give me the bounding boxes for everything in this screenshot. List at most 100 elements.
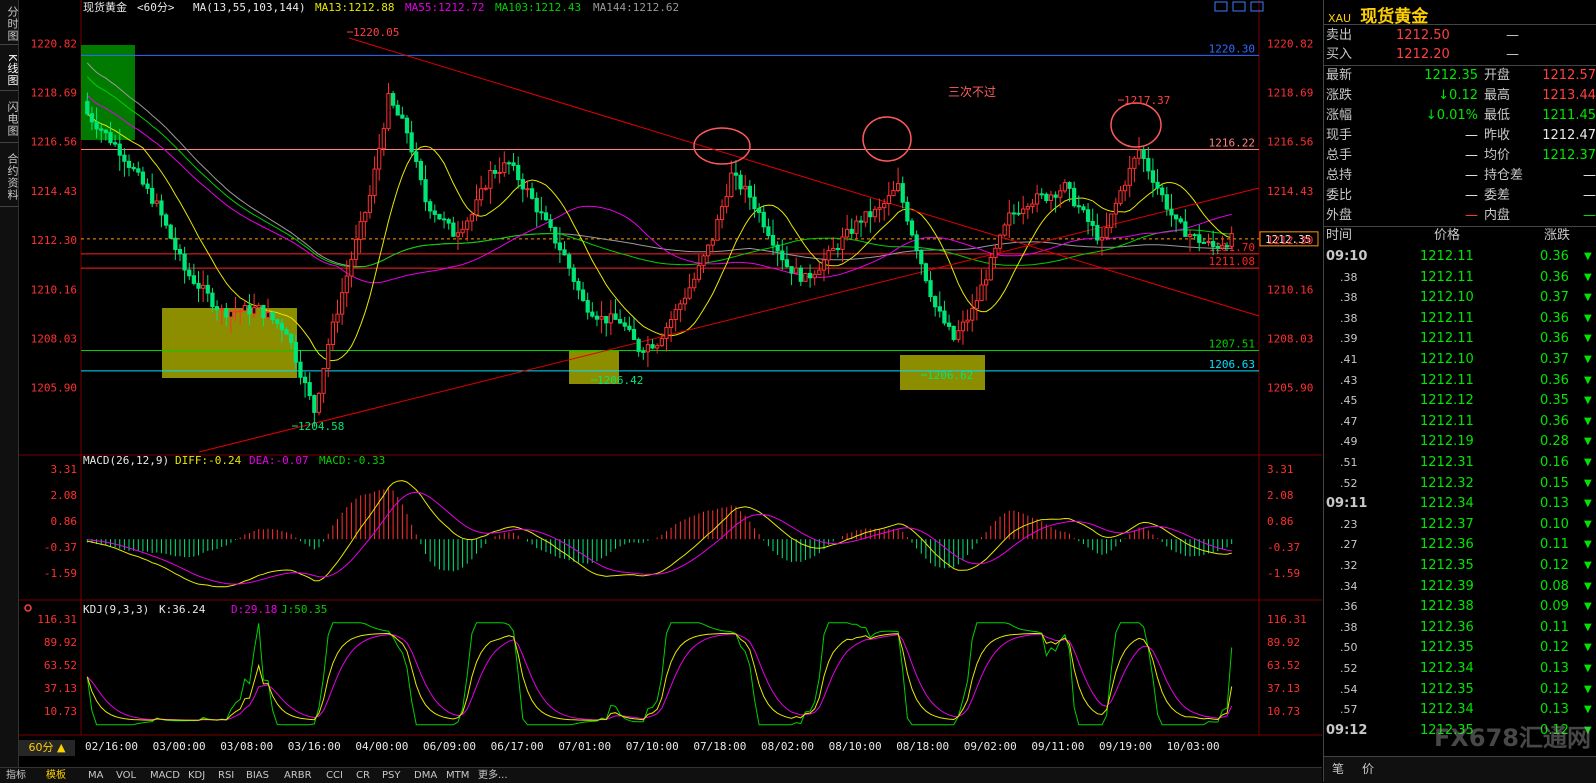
- tick-change: 0.28: [1540, 434, 1569, 450]
- down-arrow-icon: ▼: [1584, 457, 1592, 468]
- tick-time: .52: [1340, 662, 1358, 675]
- watermark: FX678汇通网: [1434, 724, 1591, 752]
- candle-up: [692, 278, 697, 289]
- candle-down: [261, 304, 266, 319]
- indicator-tab[interactable]: MA: [88, 768, 103, 783]
- down-arrow-icon: ▼: [1584, 292, 1592, 304]
- price-axis-left-label: 1218.69: [31, 87, 77, 100]
- indicator-tab[interactable]: CCI: [326, 768, 343, 783]
- candle-down: [914, 234, 919, 252]
- level-label: 1216.22: [1209, 137, 1255, 150]
- tick-change: 0.13: [1540, 661, 1569, 676]
- chart-tool-icon[interactable]: [1214, 1, 1228, 12]
- candle-down: [89, 113, 95, 123]
- candle-up: [678, 303, 683, 311]
- time-axis-label: 08/18:00: [896, 740, 949, 753]
- candle-up: [1104, 227, 1109, 238]
- quote-value: —: [1465, 168, 1478, 183]
- candle-down: [933, 296, 938, 308]
- candle-up: [872, 208, 878, 218]
- candle-up: [219, 308, 224, 311]
- tab-kline[interactable]: K线图: [0, 50, 19, 91]
- down-arrow-icon: ▼: [1584, 663, 1592, 674]
- indicator-tab[interactable]: 模板: [46, 768, 66, 783]
- tick-change: 0.10: [1540, 516, 1569, 532]
- candle-down: [650, 344, 655, 349]
- candle-down: [506, 162, 512, 165]
- tick-row: .47 1212.11 0.36 ▼: [1324, 412, 1596, 432]
- down-arrow-icon: ▼: [1584, 539, 1592, 551]
- indicator-tab[interactable]: ARBR: [284, 768, 312, 783]
- chart-tool-icon[interactable]: [1250, 1, 1264, 12]
- candle-down: [441, 218, 447, 221]
- indicator-tab[interactable]: CR: [356, 768, 370, 783]
- resistance-circle: [1110, 102, 1162, 148]
- indicator-tab[interactable]: KDJ: [188, 768, 205, 783]
- indicator-tab[interactable]: DMA: [414, 768, 437, 783]
- candle-down: [534, 197, 539, 213]
- candle-down: [395, 104, 400, 116]
- candle-up: [659, 338, 664, 347]
- indicator-tab[interactable]: RSI: [218, 768, 234, 783]
- time-axis-label: 07/18:00: [693, 740, 746, 753]
- indicator-tab[interactable]: MTM: [446, 768, 469, 783]
- tab-price[interactable]: 价: [1362, 760, 1374, 777]
- tab-intraday[interactable]: 分时图: [0, 4, 19, 45]
- tick-change: 0.11: [1540, 619, 1569, 635]
- candle-up: [340, 292, 345, 315]
- kdj-k: K:36.24: [159, 603, 206, 616]
- candle-down: [99, 128, 104, 131]
- candle-down: [900, 183, 905, 203]
- tab-ticks[interactable]: 笔: [1332, 760, 1344, 777]
- candle-down: [1215, 245, 1220, 249]
- kdj-axis-right-label: 10.73: [1267, 705, 1300, 718]
- candle-up: [1058, 190, 1063, 198]
- candle-up: [330, 321, 335, 346]
- indicator-tab[interactable]: BIAS: [246, 768, 269, 783]
- candle-down: [177, 248, 183, 255]
- down-arrow-icon: ▼: [1584, 374, 1592, 386]
- header-ma55: MA55:1212.72: [405, 1, 484, 14]
- tab-contract-info[interactable]: 合约资料: [0, 148, 19, 207]
- quote-row: 总手 — 均价 1212.37: [1324, 146, 1596, 166]
- indicator-tab[interactable]: 更多...: [478, 768, 508, 783]
- chart-tool-icon[interactable]: [1232, 1, 1246, 12]
- kline-chart-area[interactable]: 1220.301216.221211.701211.081207.511206.…: [19, 0, 1322, 758]
- candle-down: [1141, 149, 1146, 159]
- level-label: 1220.30: [1209, 42, 1255, 55]
- candle-down: [562, 249, 567, 256]
- candle-down: [298, 361, 303, 378]
- level-label: 1206.63: [1209, 358, 1255, 371]
- level-label: 1211.08: [1209, 255, 1255, 268]
- indicator-tab[interactable]: VOL: [116, 768, 136, 783]
- candle-down: [1090, 220, 1095, 226]
- period-button[interactable]: 60分 ▲: [19, 740, 75, 756]
- quote-value: ↓0.01%: [1425, 108, 1478, 123]
- candle-down: [571, 267, 576, 282]
- tab-flash-chart[interactable]: 闪电图: [0, 96, 19, 143]
- candle-down: [738, 174, 743, 190]
- candle-down: [580, 289, 586, 301]
- candle-down: [784, 259, 790, 268]
- tick-price: 1212.34: [1420, 496, 1474, 512]
- tick-change: 0.36: [1540, 331, 1569, 347]
- candle-down: [168, 224, 173, 239]
- price-axis-left-label: 1212.30: [31, 234, 77, 247]
- candle-down: [770, 234, 776, 246]
- price-axis-left-label: 1214.43: [31, 185, 77, 198]
- time-axis-label: 09/19:00: [1099, 740, 1152, 753]
- kdj-settings-icon[interactable]: [24, 604, 32, 612]
- tick-price: 1212.35: [1420, 558, 1474, 573]
- time-axis-label: 10/03:00: [1167, 740, 1220, 753]
- indicator-tab[interactable]: 指标: [6, 768, 26, 783]
- tick-row: .38 1212.11 0.36 ▼: [1324, 268, 1596, 288]
- indicator-tab[interactable]: MACD: [150, 768, 180, 783]
- candle-down: [747, 185, 752, 198]
- candle-up: [701, 255, 706, 267]
- indicator-tab[interactable]: PSY: [382, 768, 401, 783]
- candle-down: [1039, 193, 1044, 196]
- candle-up: [673, 309, 678, 320]
- candle-up: [743, 185, 748, 190]
- quote-label: 最高: [1484, 88, 1511, 103]
- candle-down: [307, 382, 312, 397]
